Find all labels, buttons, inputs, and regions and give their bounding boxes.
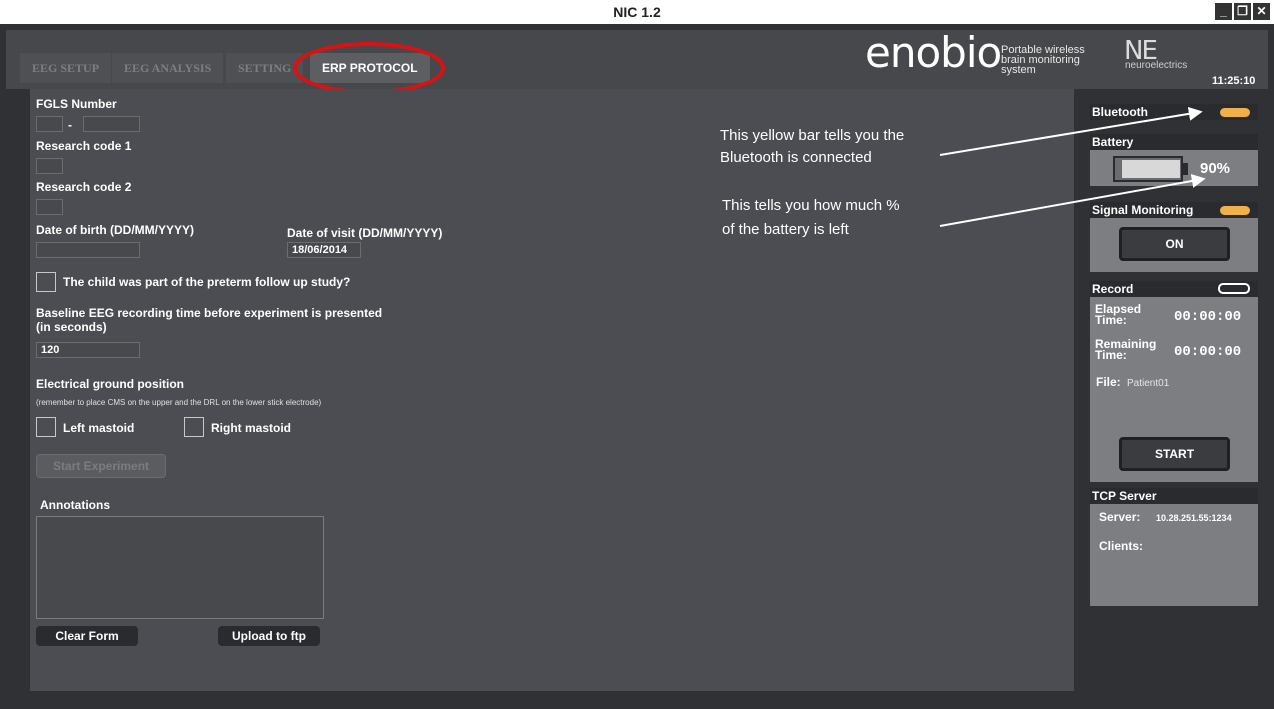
start-experiment-button[interactable]: Start Experiment: [36, 454, 166, 478]
tcp-header: TCP Server: [1090, 488, 1258, 504]
record-indicator: [1218, 283, 1250, 294]
record-start-button[interactable]: START: [1119, 437, 1230, 471]
research-code-2-label: Research code 2: [36, 180, 132, 194]
title-bar: NIC 1.2 _ ❐ ✕: [0, 0, 1274, 24]
clock: 11:25:10: [1212, 75, 1256, 87]
battery-annotation-line-1: This tells you how much %: [722, 197, 900, 214]
baseline-label: Baseline EEG recording time before exper…: [36, 306, 383, 320]
battery-terminal: [1183, 163, 1188, 175]
clear-form-button[interactable]: Clear Form: [36, 626, 138, 646]
baseline-unit-label: (in seconds): [36, 320, 107, 334]
annotations-label: Annotations: [40, 498, 110, 512]
bluetooth-indicator: [1220, 108, 1250, 117]
battery-icon: [1113, 156, 1183, 182]
elapsed-value: 00:00:00: [1174, 309, 1242, 325]
close-icon[interactable]: ✕: [1253, 3, 1270, 20]
research-code-2-field[interactable]: [36, 199, 63, 215]
baseline-field[interactable]: 120: [36, 342, 140, 358]
remaining-value: 00:00:00: [1174, 344, 1242, 360]
battery-annotation-line-2: of the battery is left: [722, 221, 849, 238]
maximize-icon[interactable]: ❐: [1234, 3, 1251, 20]
window-controls: _ ❐ ✕: [1215, 3, 1270, 20]
window-title: NIC 1.2: [613, 4, 661, 20]
research-code-1-label: Research code 1: [36, 139, 132, 153]
enobio-logo: enobio: [865, 28, 1002, 77]
file-value: Patient01: [1127, 378, 1170, 389]
minimize-icon[interactable]: _: [1215, 3, 1232, 20]
tab-eeg-analysis[interactable]: EEG ANALYSIS: [112, 53, 224, 83]
server-label: Server:: [1099, 510, 1141, 524]
battery-percent: 90%: [1200, 160, 1231, 177]
logo-tagline: Portable wireless brain monitoring syste…: [1001, 44, 1085, 76]
server-value: 10.28.251.55:1234: [1156, 513, 1232, 523]
research-code-1-field[interactable]: [36, 158, 63, 174]
signal-indicator: [1220, 206, 1250, 215]
battery-header: Battery: [1090, 134, 1258, 150]
fgls-field-1[interactable]: [36, 116, 63, 132]
fgls-field-2[interactable]: [83, 116, 140, 132]
tab-eeg-setup[interactable]: EEG SETUP: [20, 53, 112, 83]
clients-label: Clients:: [1099, 539, 1144, 553]
ground-note: (remember to place CMS on the upper and …: [36, 398, 322, 407]
right-mastoid-checkbox[interactable]: [184, 417, 204, 437]
fgls-label: FGLS Number: [36, 97, 117, 111]
right-mastoid-label: Right mastoid: [211, 421, 291, 435]
elapsed-label: Elapsed Time:: [1095, 302, 1142, 327]
visit-date-label: Date of visit (DD/MM/YYYY): [287, 226, 443, 240]
dob-field[interactable]: [36, 242, 140, 258]
left-mastoid-checkbox[interactable]: [36, 417, 56, 437]
tab-setting[interactable]: SETTING: [226, 53, 304, 83]
annotations-textarea[interactable]: [36, 516, 324, 619]
remaining-label: Remaining Time:: [1095, 337, 1157, 362]
highlight-circle: [293, 42, 445, 94]
bluetooth-annotation-line-2: Bluetooth is connected: [720, 149, 872, 166]
upload-ftp-button[interactable]: Upload to ftp: [218, 626, 320, 646]
dob-label: Date of birth (DD/MM/YYYY): [36, 223, 194, 237]
preterm-checkbox[interactable]: [36, 272, 56, 292]
file-label: File:: [1096, 375, 1121, 389]
left-mastoid-label: Left mastoid: [63, 421, 135, 435]
neuroelectrics-label: neuroelectrics: [1125, 60, 1188, 71]
ground-label: Electrical ground position: [36, 377, 185, 391]
visit-date-field[interactable]: 18/06/2014: [287, 242, 361, 258]
signal-on-button[interactable]: ON: [1119, 227, 1230, 261]
battery-fill: [1122, 160, 1180, 178]
bluetooth-annotation-line-1: This yellow bar tells you the: [720, 127, 905, 144]
fgls-separator: -: [68, 118, 72, 132]
preterm-label: The child was part of the preterm follow…: [63, 275, 351, 289]
